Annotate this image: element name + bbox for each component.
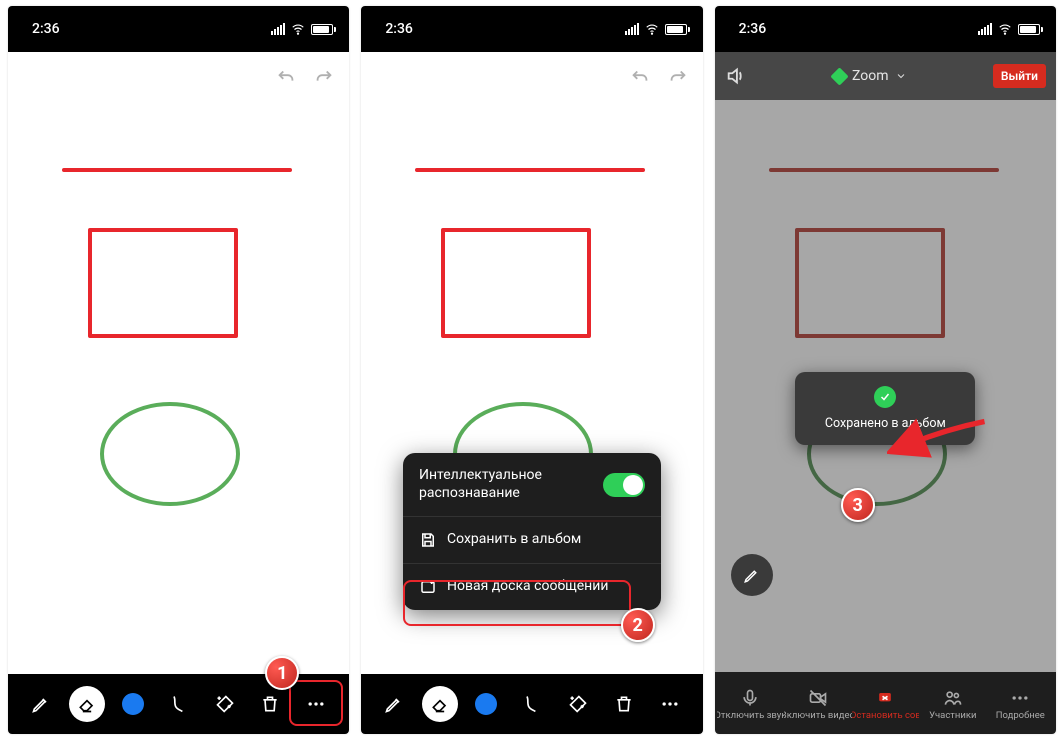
leave-button[interactable]: Выйти bbox=[993, 64, 1046, 88]
more-tool[interactable] bbox=[652, 686, 688, 722]
mic-icon bbox=[740, 688, 760, 708]
pen-tool[interactable] bbox=[23, 686, 59, 722]
phone-screen-2: 2:36 bbox=[361, 6, 702, 734]
status-bar: 2:36 bbox=[715, 6, 1056, 52]
trash-tool[interactable] bbox=[606, 686, 642, 722]
drawing-red-rectangle bbox=[441, 228, 591, 338]
pen-fab[interactable] bbox=[731, 554, 773, 596]
status-bar: 2:36 bbox=[361, 6, 702, 52]
battery-icon bbox=[665, 24, 687, 35]
speaker-icon[interactable] bbox=[725, 65, 747, 87]
drawing-toolbar bbox=[8, 674, 349, 734]
eraser-tool[interactable] bbox=[422, 686, 458, 722]
wifi-icon bbox=[291, 22, 305, 36]
signal-icon bbox=[271, 23, 285, 35]
save-icon bbox=[419, 531, 437, 549]
undo-redo-group bbox=[275, 66, 335, 88]
toast-text: Сохранено в альбом bbox=[817, 416, 953, 431]
nav-participants[interactable]: Участники bbox=[919, 688, 986, 721]
magic-tool[interactable] bbox=[207, 686, 243, 722]
sketch-tool[interactable] bbox=[514, 686, 550, 722]
drawing-red-rectangle bbox=[795, 228, 945, 338]
status-icons bbox=[625, 22, 687, 36]
battery-icon bbox=[1018, 24, 1040, 35]
signal-icon bbox=[625, 23, 639, 35]
step-badge-2: 2 bbox=[621, 608, 655, 642]
color-picker[interactable] bbox=[468, 686, 504, 722]
nav-video[interactable]: Включить видео bbox=[784, 688, 851, 721]
meeting-title-group[interactable]: Zoom bbox=[833, 68, 907, 84]
undo-redo-group bbox=[629, 66, 689, 88]
status-icons bbox=[978, 22, 1040, 36]
more-menu-popup: Интеллектуальное распознавание Сохранить… bbox=[403, 453, 661, 610]
status-time: 2:36 bbox=[739, 21, 767, 37]
trash-tool[interactable] bbox=[252, 686, 288, 722]
video-icon bbox=[808, 688, 828, 708]
check-icon bbox=[874, 386, 896, 408]
participants-icon bbox=[943, 688, 963, 708]
redo-icon[interactable] bbox=[667, 66, 689, 88]
phone-screen-3: 2:36 Zoom bbox=[715, 6, 1056, 734]
color-picker[interactable] bbox=[115, 686, 151, 722]
step-badge-3: 3 bbox=[841, 488, 875, 522]
more-tool[interactable] bbox=[298, 686, 334, 722]
sketch-tool[interactable] bbox=[161, 686, 197, 722]
status-time: 2:36 bbox=[385, 21, 413, 37]
more-icon bbox=[1010, 688, 1030, 708]
wifi-icon bbox=[645, 22, 659, 36]
menu-new-whiteboard[interactable]: Новая доска сообщений bbox=[403, 563, 661, 610]
meeting-top-bar: Zoom Выйти bbox=[715, 52, 1056, 100]
drawing-green-ellipse bbox=[100, 402, 240, 506]
meeting-view: Zoom Выйти Сохранено в альбом bbox=[715, 52, 1056, 672]
menu-save-to-album[interactable]: Сохранить в альбом bbox=[403, 516, 661, 563]
eraser-tool[interactable] bbox=[69, 686, 105, 722]
nav-more[interactable]: Подробнее bbox=[987, 688, 1054, 721]
new-board-icon bbox=[419, 578, 437, 596]
status-bar: 2:36 bbox=[8, 6, 349, 52]
nav-stop-share[interactable]: Остановить сов bbox=[852, 688, 919, 721]
stop-share-icon bbox=[875, 688, 895, 708]
shield-icon bbox=[830, 67, 848, 85]
drawing-red-line bbox=[415, 168, 645, 172]
undo-icon[interactable] bbox=[275, 66, 297, 88]
toggle-on-icon[interactable] bbox=[603, 473, 645, 497]
whiteboard-canvas[interactable] bbox=[8, 52, 349, 674]
battery-icon bbox=[311, 24, 333, 35]
pen-tool[interactable] bbox=[376, 686, 412, 722]
nav-mute[interactable]: Отключить звук bbox=[717, 688, 784, 721]
drawing-red-line bbox=[769, 168, 999, 172]
phone-screen-1: 2:36 bbox=[8, 6, 349, 734]
meeting-bottom-nav: Отключить звук Включить видео Остановить… bbox=[715, 672, 1056, 734]
status-icons bbox=[271, 22, 333, 36]
magic-tool[interactable] bbox=[560, 686, 596, 722]
wifi-icon bbox=[998, 22, 1012, 36]
signal-icon bbox=[978, 23, 992, 35]
drawing-red-rectangle bbox=[88, 228, 238, 338]
drawing-toolbar bbox=[361, 674, 702, 734]
whiteboard-canvas[interactable]: Интеллектуальное распознавание Сохранить… bbox=[361, 52, 702, 674]
drawing-red-line bbox=[62, 168, 292, 172]
meeting-title: Zoom bbox=[852, 68, 889, 84]
undo-icon[interactable] bbox=[629, 66, 651, 88]
status-time: 2:36 bbox=[32, 21, 60, 37]
toast-saved: Сохранено в альбом bbox=[795, 372, 975, 445]
redo-icon[interactable] bbox=[313, 66, 335, 88]
menu-smart-recognition[interactable]: Интеллектуальное распознавание bbox=[403, 453, 661, 516]
chevron-down-icon bbox=[895, 70, 907, 82]
